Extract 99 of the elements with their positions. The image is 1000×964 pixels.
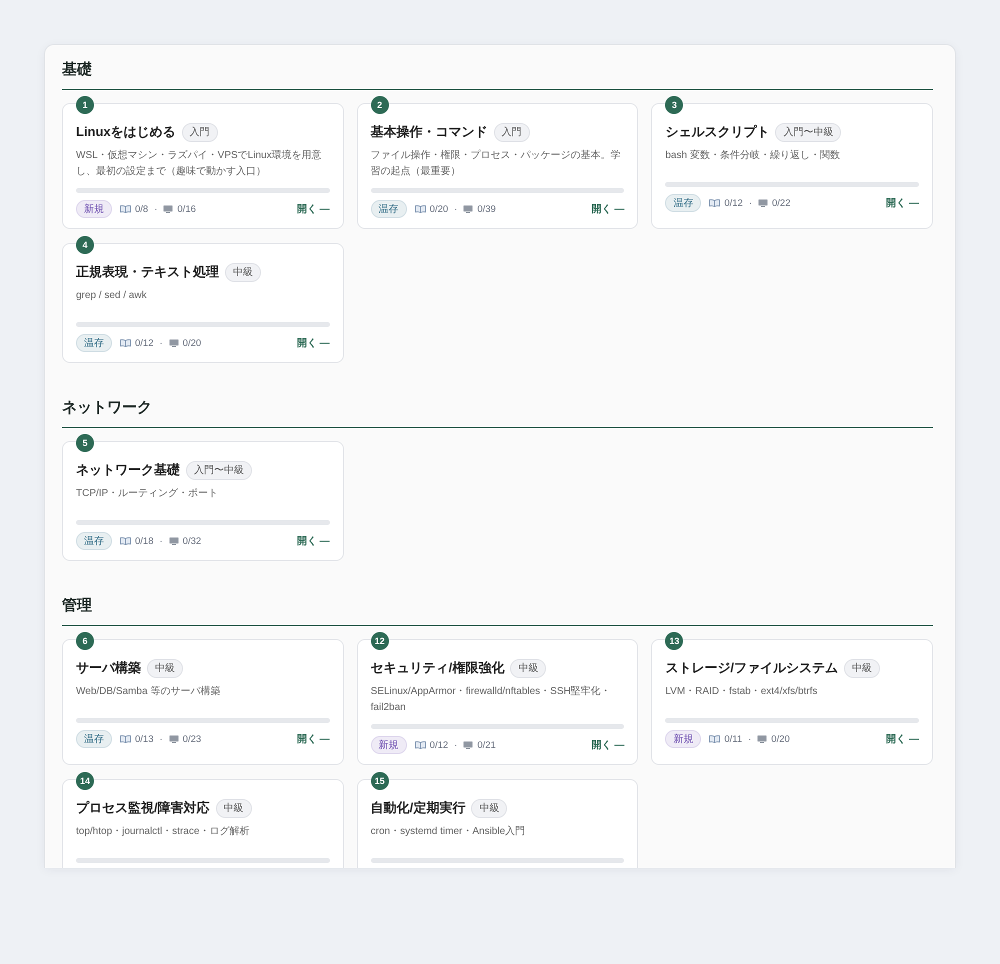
count-text: 0/21: [477, 740, 496, 750]
section-heading: 管理: [62, 596, 92, 616]
card-description: LVM・RAID・fstab・ext4/xfs/btrfs: [665, 685, 818, 699]
monitor-icon: [163, 205, 174, 213]
card-description: SELinux/AppArmor・firewalld/nftables・SSH堅牢化・fail2ban: [370, 684, 612, 715]
separator-text: ·: [454, 204, 458, 214]
count-text: 0/18: [135, 536, 154, 546]
open-link[interactable]: 開く —: [592, 738, 624, 752]
card-title: セキュリティ/権限強化: [370, 659, 504, 677]
card-title: シェルスクリプト: [665, 123, 770, 141]
status-tag: 新規: [370, 736, 407, 754]
count-text: 0/16: [177, 204, 196, 214]
step-number: 4: [76, 236, 94, 254]
count-text: 0/13: [135, 734, 154, 744]
card-description: grep / sed / awk: [76, 289, 148, 303]
book-icon: [709, 199, 720, 207]
monitor-icon: [463, 205, 474, 213]
difficulty-tag: 入門〜中級: [186, 460, 252, 480]
card-title: ネットワーク基礎: [76, 461, 180, 479]
monitor-icon: [168, 537, 179, 545]
card-description: cron・systemd timer・Ansible入門: [370, 824, 526, 839]
book-icon: [414, 205, 426, 213]
step-number: 6: [76, 632, 94, 650]
step-number: 3: [665, 96, 684, 114]
card-title: Linuxをはじめる: [76, 123, 176, 141]
difficulty-tag: 中級: [510, 658, 546, 678]
count-text: 0/20: [182, 338, 202, 348]
card-description: Web/DB/Samba 等のサーバ構築: [76, 684, 222, 699]
status-tag: 温存: [665, 194, 702, 212]
card-description: top/htop・journalctl・strace・ログ解析: [76, 824, 250, 839]
count-text: 0/12: [724, 198, 743, 208]
card-description: ファイル操作・権限・プロセス・パッケージの基本。学習の起点（最重要）: [370, 148, 622, 179]
card-title: プロセス監視/障害対応: [76, 799, 210, 817]
step-number: 12: [370, 632, 389, 650]
book-icon: [120, 205, 131, 213]
step-number: 13: [665, 632, 684, 650]
open-link[interactable]: 開く —: [296, 202, 330, 216]
monitor-icon: [758, 199, 768, 207]
open-link[interactable]: 開く —: [296, 336, 330, 350]
card-title: ストレージ/ファイルシステム: [665, 659, 838, 677]
card-description: bash 変数・条件分岐・繰り返し・関数: [665, 148, 841, 163]
book-icon: [120, 735, 131, 743]
open-link[interactable]: 開く —: [886, 732, 919, 746]
step-number: 5: [76, 434, 94, 452]
count-text: 0/23: [182, 734, 202, 744]
count-text: 0/32: [182, 536, 202, 546]
separator-text: ·: [748, 198, 752, 208]
monitor-icon: [463, 741, 474, 749]
count-text: 0/20: [430, 204, 448, 214]
open-link[interactable]: 開く —: [296, 534, 330, 548]
book-icon: [120, 537, 131, 545]
status-tag: 温存: [370, 200, 407, 218]
separator-text: ·: [748, 734, 752, 744]
card-title: 基本操作・コマンド: [370, 123, 488, 141]
count-text: 0/39: [477, 204, 496, 214]
difficulty-tag: 中級: [844, 658, 880, 678]
count-text: 0/20: [771, 734, 790, 744]
separator-text: ·: [160, 734, 163, 744]
book-icon: [120, 339, 131, 347]
open-link[interactable]: 開く —: [592, 202, 624, 216]
card-description: WSL・仮想マシン・ラズパイ・VPSでLinux環境を用意し、最初の設定まで（趣味で動かす入口）: [76, 148, 323, 179]
difficulty-tag: 中級: [225, 262, 261, 282]
count-text: 0/22: [772, 198, 790, 208]
monitor-icon: [757, 735, 768, 743]
status-tag: 温存: [76, 532, 112, 550]
count-text: 0/11: [724, 734, 742, 744]
count-text: 0/8: [135, 204, 148, 214]
separator-text: ·: [154, 204, 158, 214]
separator-text: ·: [454, 740, 458, 750]
monitor-icon: [168, 735, 179, 743]
book-icon: [709, 735, 720, 743]
difficulty-tag: 中級: [471, 798, 508, 818]
card-description: TCP/IP・ルーティング・ポート: [76, 487, 220, 501]
status-tag: 新規: [665, 730, 702, 748]
step-number: 15: [370, 772, 389, 790]
status-tag: 新規: [76, 200, 112, 218]
step-number: 1: [76, 96, 94, 114]
step-number: 14: [76, 772, 94, 790]
difficulty-tag: 入門〜中級: [775, 122, 842, 142]
card-title: 自動化/定期実行: [370, 799, 466, 817]
difficulty-tag: 中級: [216, 798, 252, 818]
separator-text: ·: [160, 536, 163, 546]
card-title: サーバ構築: [76, 659, 141, 677]
monitor-icon: [168, 339, 179, 347]
card-title: 正規表現・テキスト処理: [76, 263, 219, 281]
count-text: 0/12: [135, 338, 154, 348]
section-heading: ネットワーク: [62, 398, 152, 418]
open-link[interactable]: 開く —: [296, 732, 330, 746]
difficulty-tag: 入門: [182, 122, 218, 142]
book-icon: [414, 741, 426, 749]
status-tag: 温存: [76, 730, 112, 748]
open-link[interactable]: 開く —: [886, 196, 919, 210]
separator-text: ·: [160, 338, 163, 348]
difficulty-tag: 中級: [147, 658, 183, 678]
count-text: 0/12: [430, 740, 448, 750]
difficulty-tag: 入門: [494, 122, 530, 142]
status-tag: 温存: [76, 334, 112, 352]
step-number: 2: [370, 96, 389, 114]
section-heading: 基礎: [62, 60, 92, 80]
